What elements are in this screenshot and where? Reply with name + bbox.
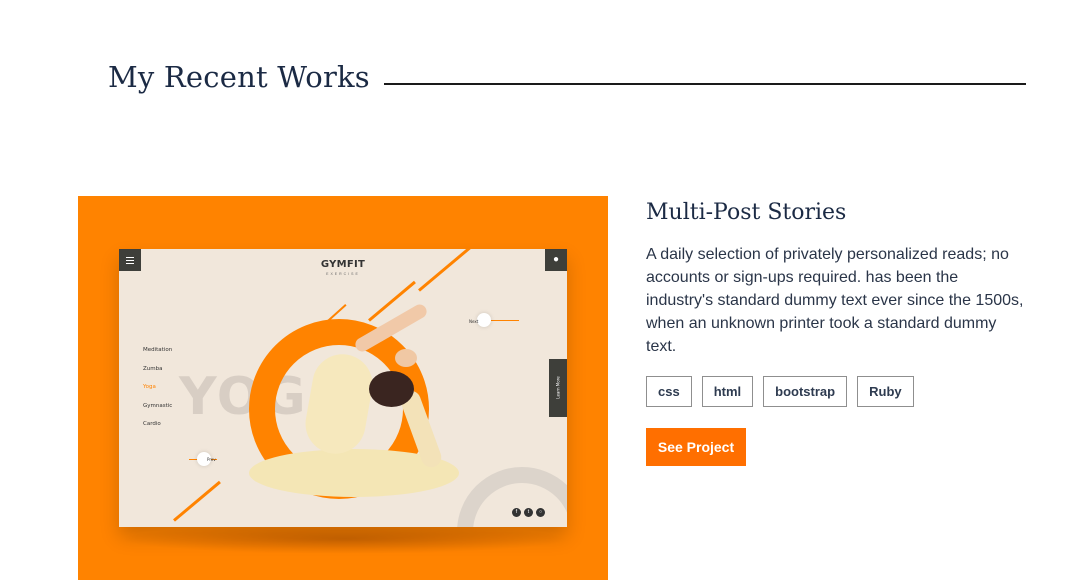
mockup-learn-more: Learn More: [549, 359, 567, 417]
project-mockup: YOGA ● GYMFIT EXERCISE Meditation Zumba …: [119, 249, 567, 527]
see-project-button[interactable]: See Project: [646, 428, 746, 466]
mockup-nav: Meditation Zumba Yoga Gymnastic Cardio: [143, 347, 172, 440]
mockup-prev-label: Prev: [207, 457, 216, 462]
instagram-icon: ○: [536, 508, 545, 517]
mockup-nav-item-active: Yoga: [143, 384, 156, 390]
mockup-logo: GYMFIT: [320, 259, 366, 270]
section-title: My Recent Works: [108, 60, 370, 94]
mockup-social-icons: f t ○: [512, 508, 545, 517]
mockup-next-dot: [477, 313, 491, 327]
project-description: A daily selection of privately personali…: [646, 246, 1024, 355]
mockup-nav-item: Gymnastic: [143, 402, 173, 409]
tag-list: css html bootstrap Ruby: [646, 376, 914, 407]
mockup-shadow: [120, 524, 568, 554]
project-title: Multi-Post Stories: [646, 200, 847, 225]
mockup-logo-sub: EXERCISE: [326, 272, 360, 276]
mockup-next-label: Next: [469, 319, 479, 324]
mockup-nav-item: Cardio: [143, 421, 161, 427]
facebook-icon: f: [512, 508, 521, 517]
tag-html: html: [701, 376, 754, 407]
yoga-figure: [119, 249, 567, 527]
mockup-nav-item: Meditation: [143, 347, 173, 353]
tag-css: css: [646, 376, 692, 407]
title-divider: [384, 83, 1026, 85]
project-image: YOGA ● GYMFIT EXERCISE Meditation Zumba …: [78, 196, 608, 580]
mockup-next-line: [491, 320, 519, 321]
twitter-icon: t: [524, 508, 533, 517]
mockup-nav-item: Zumba: [143, 365, 163, 372]
mockup-learn-more-label: Learn More: [555, 376, 561, 399]
tag-bootstrap: bootstrap: [763, 376, 848, 407]
tag-ruby: Ruby: [857, 376, 914, 407]
